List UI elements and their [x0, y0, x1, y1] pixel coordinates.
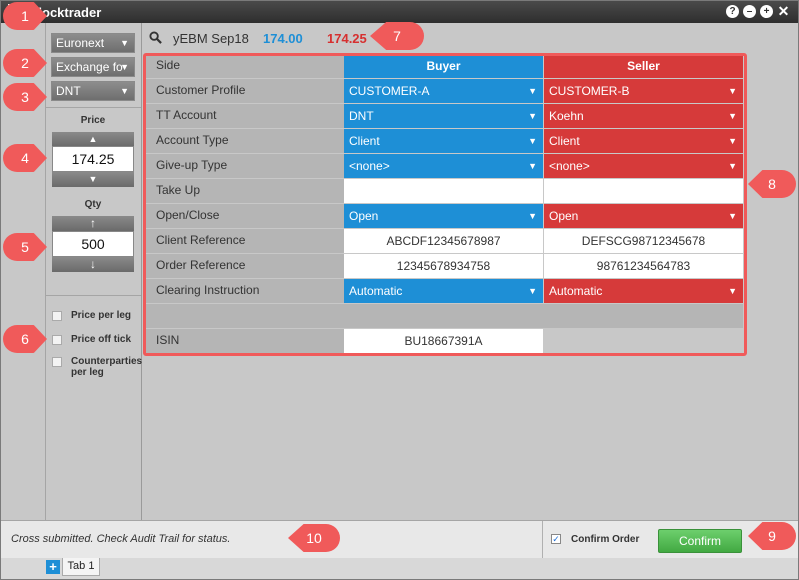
price-down-button[interactable]: ▼	[52, 172, 134, 187]
order-type-dropdown[interactable]: Exchange fo ▼	[51, 57, 135, 77]
maximize-icon[interactable]: +	[760, 5, 773, 18]
qty-up-button[interactable]: ↑	[52, 216, 134, 231]
counterparties-per-leg-label: Counterparties per leg	[71, 356, 143, 378]
divider	[45, 107, 141, 108]
counterparties-per-leg-checkbox[interactable]	[52, 357, 62, 367]
divider	[542, 521, 543, 559]
instrument-bar: yEBM Sep18 174.00 174.25	[143, 23, 798, 53]
confirm-order-label: Confirm Order	[571, 534, 640, 545]
account-value: DNT	[56, 84, 81, 98]
price-off-tick-label: Price off tick	[71, 334, 132, 345]
status-message: Cross submitted. Check Audit Trail for s…	[11, 533, 231, 545]
search-icon[interactable]	[149, 31, 162, 44]
exchange-value: Euronext	[56, 36, 105, 50]
price-label: Price	[80, 115, 106, 126]
divider	[45, 295, 141, 296]
exchange-dropdown[interactable]: Euronext ▼	[51, 33, 135, 53]
qty-input[interactable]: 500	[52, 231, 134, 257]
instrument-name[interactable]: yEBM Sep18	[173, 31, 249, 46]
price-off-tick-checkbox[interactable]	[52, 335, 62, 345]
price-up-button[interactable]: ▲	[52, 132, 134, 147]
blocktrader-window: Blocktrader ? – + ✕ Euronext ▼ Exchange …	[0, 0, 799, 580]
add-tab-icon[interactable]: +	[46, 560, 60, 574]
ask-price: 174.25	[327, 31, 367, 46]
tab-bar: + Tab 1	[1, 558, 798, 579]
minimize-icon[interactable]: –	[743, 5, 756, 18]
counterparties-per-leg-option[interactable]: Counterparties per leg	[52, 356, 143, 380]
status-bar: Cross submitted. Check Audit Trail for s…	[1, 520, 798, 559]
bid-price: 174.00	[263, 31, 303, 46]
qty-down-button[interactable]: ↓	[52, 257, 134, 272]
tab-1[interactable]: Tab 1	[62, 558, 100, 576]
confirm-button[interactable]: Confirm	[658, 529, 742, 553]
highlight-box	[143, 53, 747, 356]
price-per-leg-checkbox[interactable]	[52, 311, 62, 321]
window-controls: ? – + ✕	[726, 4, 790, 18]
account-dropdown[interactable]: DNT ▼	[51, 81, 135, 101]
chevron-down-icon: ▼	[120, 86, 129, 96]
chevron-down-icon: ▼	[120, 62, 129, 72]
confirm-order-checkbox[interactable]: ✓	[551, 534, 561, 544]
price-per-leg-label: Price per leg	[71, 310, 132, 321]
price-input[interactable]: 174.25	[52, 146, 134, 172]
qty-label: Qty	[84, 199, 102, 210]
title-bar: Blocktrader ? – + ✕	[1, 1, 798, 23]
help-icon[interactable]: ?	[726, 5, 739, 18]
order-type-value: Exchange fo	[56, 60, 123, 74]
chevron-down-icon: ▼	[120, 38, 129, 48]
close-icon[interactable]: ✕	[777, 4, 790, 18]
